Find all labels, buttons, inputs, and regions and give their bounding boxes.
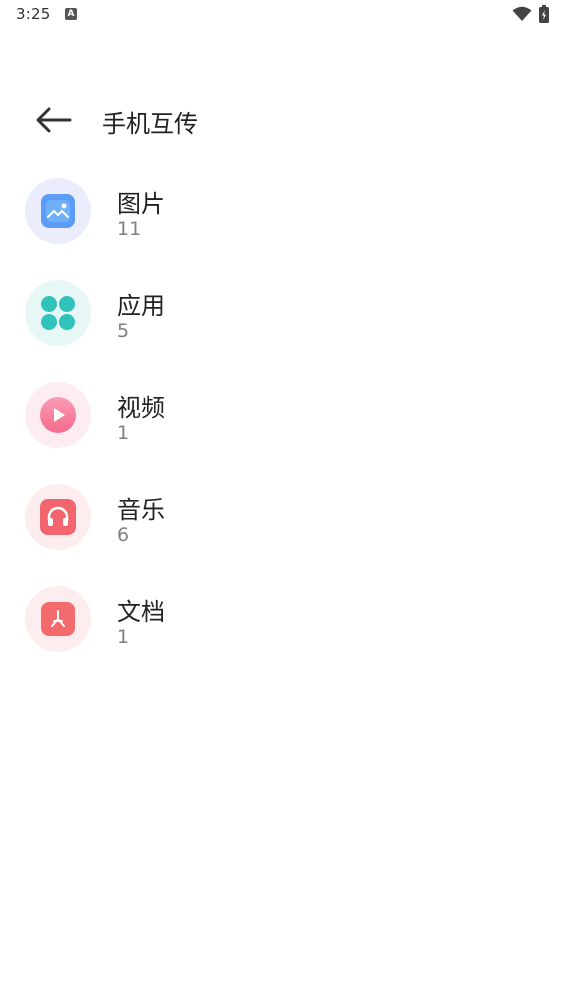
category-item-videos[interactable]: 视频 1 bbox=[0, 364, 566, 466]
apps-icon-circle bbox=[25, 280, 91, 346]
category-label: 图片 bbox=[117, 190, 165, 218]
header: 手机互传 bbox=[0, 92, 566, 148]
pdf-icon bbox=[41, 602, 75, 636]
a-badge-icon: A bbox=[65, 8, 77, 20]
category-count: 1 bbox=[117, 422, 130, 444]
image-icon bbox=[41, 194, 75, 228]
battery-icon bbox=[539, 5, 549, 23]
status-time: 3:25 bbox=[16, 5, 51, 23]
category-item-music[interactable]: 音乐 6 bbox=[0, 466, 566, 568]
category-item-images[interactable]: 图片 11 bbox=[0, 160, 566, 262]
page-title: 手机互传 bbox=[102, 110, 198, 138]
app-grid-icon bbox=[41, 296, 75, 330]
video-icon bbox=[40, 397, 76, 433]
category-count: 11 bbox=[117, 218, 142, 240]
category-count: 1 bbox=[117, 626, 130, 648]
images-icon-circle bbox=[25, 178, 91, 244]
status-bar: 3:25 A bbox=[0, 0, 566, 30]
category-count: 6 bbox=[117, 524, 130, 546]
category-label: 视频 bbox=[117, 394, 165, 422]
wifi-icon bbox=[512, 6, 532, 21]
music-icon-circle bbox=[25, 484, 91, 550]
category-list: 图片 11 应用 5 视频 1 音乐 6 文档 1 bbox=[0, 160, 566, 670]
headphones-icon bbox=[40, 499, 76, 535]
category-count: 5 bbox=[117, 320, 130, 342]
category-item-documents[interactable]: 文档 1 bbox=[0, 568, 566, 670]
category-item-apps[interactable]: 应用 5 bbox=[0, 262, 566, 364]
back-button[interactable] bbox=[30, 100, 78, 140]
documents-icon-circle bbox=[25, 586, 91, 652]
videos-icon-circle bbox=[25, 382, 91, 448]
category-label: 文档 bbox=[117, 598, 165, 626]
category-label: 应用 bbox=[117, 292, 165, 320]
back-arrow-icon bbox=[36, 107, 72, 133]
category-label: 音乐 bbox=[117, 496, 165, 524]
